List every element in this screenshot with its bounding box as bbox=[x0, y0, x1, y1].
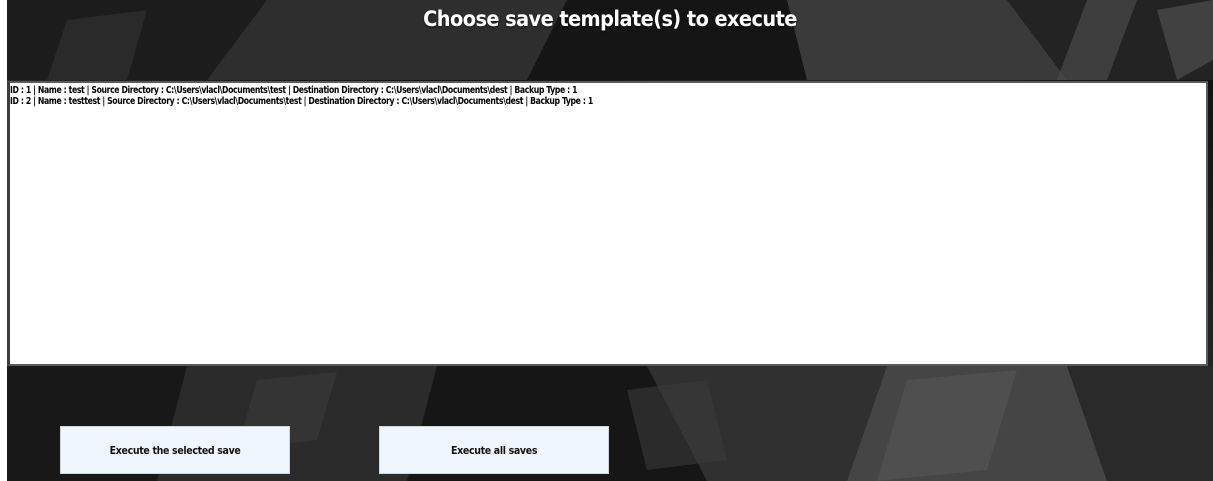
window-edge bbox=[0, 0, 7, 481]
save-list-item-1[interactable]: ID : 1 | Name : test | Source Directory … bbox=[10, 85, 1039, 96]
save-list-item-2[interactable]: ID : 2 | Name : testtest | Source Direct… bbox=[10, 96, 1039, 107]
saves-listbox[interactable]: ID : 1 | Name : test | Source Directory … bbox=[7, 81, 1208, 366]
execute-selected-button[interactable]: Execute the selected save bbox=[60, 426, 290, 474]
execute-all-button[interactable]: Execute all saves bbox=[379, 426, 609, 474]
page-title: Choose save template(s) to execute bbox=[423, 7, 797, 31]
execute-selected-label: Execute the selected save bbox=[109, 443, 241, 457]
execute-all-label: Execute all saves bbox=[450, 443, 538, 457]
save-executor-window: Choose save template(s) to execute ID : … bbox=[0, 0, 1213, 481]
